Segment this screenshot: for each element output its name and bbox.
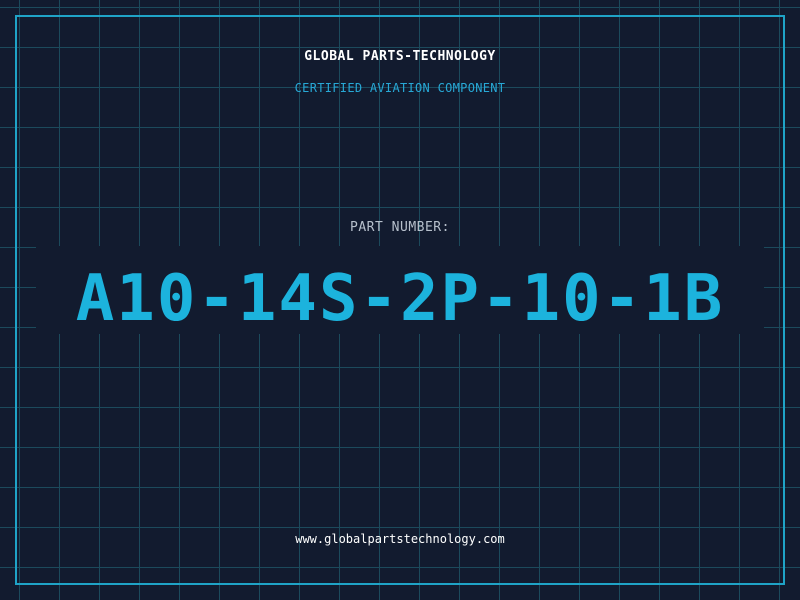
part-number-value: A10-14S-2P-10-1B [75, 262, 725, 336]
part-card: GLOBAL PARTS-TECHNOLOGY CERTIFIED AVIATI… [0, 0, 800, 600]
part-number-label: PART NUMBER: [350, 220, 450, 235]
certification-tagline: CERTIFIED AVIATION COMPONENT [294, 81, 506, 95]
website-url: www.globalpartstechnology.com [295, 532, 505, 546]
company-name: GLOBAL PARTS-TECHNOLOGY [304, 49, 496, 64]
